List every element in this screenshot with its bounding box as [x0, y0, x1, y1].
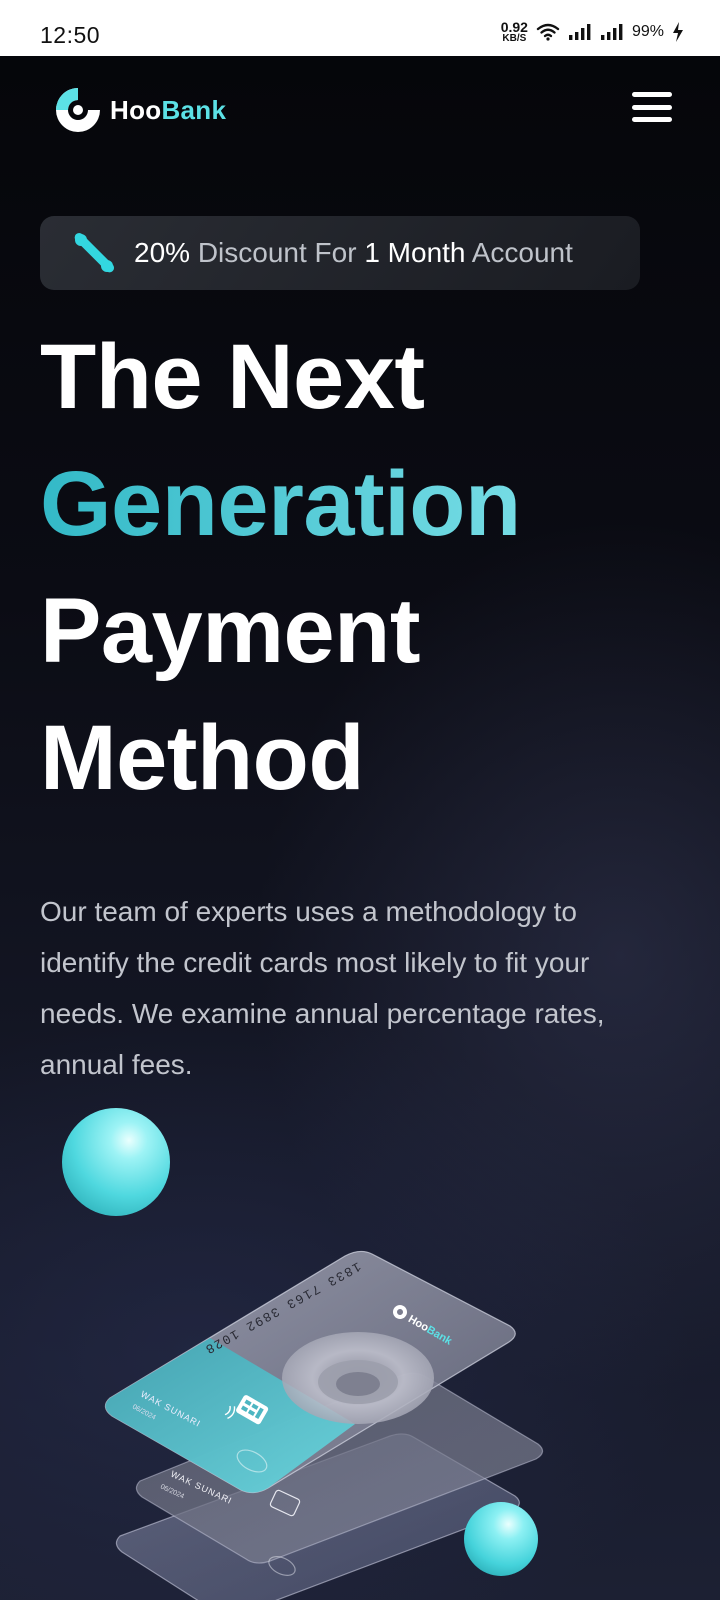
- discount-badge: 20% Discount For 1 Month Account: [40, 216, 640, 290]
- signal-icon-sim2: [600, 24, 623, 40]
- hero-title-line-2: Generation: [40, 441, 700, 568]
- network-speed-unit: KB/S: [502, 33, 527, 44]
- discount-text: 20% Discount For 1 Month Account: [134, 237, 573, 269]
- logo-text: HooBank: [110, 95, 226, 126]
- hero-title: The Next Generation Payment Method: [40, 314, 700, 822]
- logo-text-bank: Bank: [161, 94, 227, 125]
- network-speed-value: 0.92: [500, 19, 528, 35]
- hero-description: Our team of experts uses a methodology t…: [40, 896, 605, 1080]
- percent-icon: [74, 232, 115, 273]
- decorative-sphere-bottom: [464, 1502, 538, 1576]
- discount-percent: 20%: [134, 237, 191, 268]
- network-speed: 0.92 KB/S: [501, 20, 528, 44]
- discount-text-1: Discount For: [190, 237, 365, 268]
- hero-illustration: WAK SUNARI 06/2024 1833 7163 3892 1028 H…: [0, 1096, 720, 1600]
- navbar: HooBank: [52, 82, 672, 138]
- discount-duration: 1 Month: [364, 237, 466, 268]
- wifi-icon: [536, 23, 560, 41]
- logo-text-hoo: Hoo: [110, 94, 162, 125]
- status-indicators: 0.92 KB/S 99%: [501, 20, 684, 44]
- landing-page: HooBank 20% Discount For 1 Month Account…: [0, 56, 720, 1600]
- status-time: 12:50: [40, 22, 101, 48]
- hero-title-line-4: Method: [40, 707, 365, 809]
- hero-title-line-1: The Next: [40, 326, 425, 428]
- charging-icon: [673, 22, 683, 42]
- battery-level: 99%: [631, 23, 664, 40]
- discount-text-2: Account: [465, 237, 573, 268]
- hoobank-logo-icon: [56, 88, 100, 132]
- decorative-sphere-top: [62, 1108, 170, 1216]
- hero-title-line-3: Payment: [40, 580, 421, 682]
- logo[interactable]: HooBank: [52, 84, 226, 136]
- signal-icon-sim1: [568, 24, 591, 40]
- hamburger-menu-icon[interactable]: [632, 92, 672, 122]
- status-bar: 12:50 0.92 KB/S 99%: [0, 0, 720, 56]
